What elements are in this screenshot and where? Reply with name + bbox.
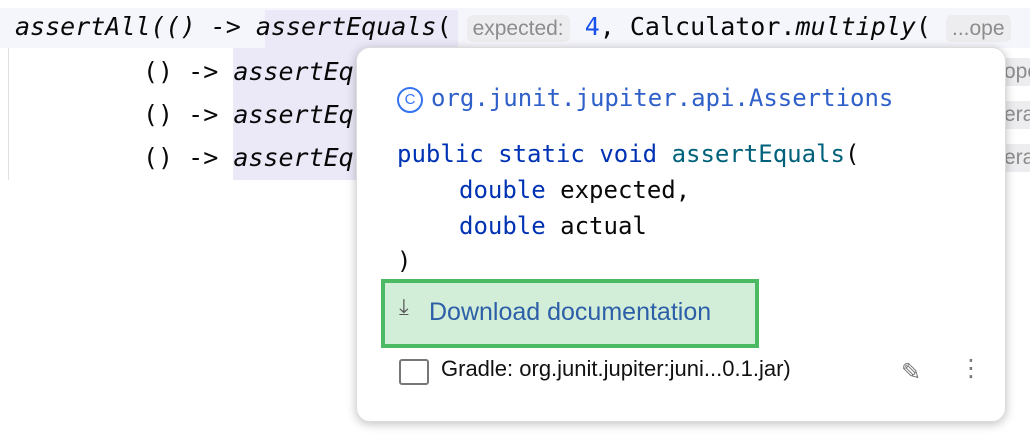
number-literal: 4 [584,12,600,41]
method-call: assertEquals [255,12,437,41]
code-text: () -> [143,57,234,86]
keyword: public [397,140,484,168]
code-line-1[interactable]: assertAll(() -> assertEquals( expected: … [15,12,1011,42]
code-text: ( [915,12,931,41]
param-name: expected, [560,176,691,204]
method-call: multiply [795,12,916,41]
code-line-3[interactable]: () -> assertEq [143,100,354,129]
library-label: Gradle: org.junit.jupiter:juni...0.1.jar… [441,356,791,381]
method-call: assertEq [233,57,354,86]
library-folder-icon [399,359,429,385]
class-icon: C [397,87,423,113]
code-text: ( [844,140,860,168]
method-name: assertEquals [671,140,845,168]
param-line: double expected, [459,176,690,204]
param-name: actual [560,212,647,240]
code-text: , Calculator. [599,12,796,41]
code-text: ( [436,12,452,41]
download-documentation-link[interactable]: ⤓ Download documentation [381,279,759,348]
param-line: double actual [459,212,647,240]
code-line-2[interactable]: () -> assertEq [143,57,354,86]
download-label: Download documentation [429,298,712,326]
class-name-link[interactable]: org.junit.jupiter.api.Assertions [431,84,893,112]
more-options-icon[interactable]: ⋮ [959,354,983,382]
code-line-4[interactable]: () -> assertEq [143,143,354,172]
signature-line: public static void assertEquals( [397,140,859,168]
class-header[interactable]: Corg.junit.jupiter.api.Assertions [397,84,893,113]
signature-close: ) [397,247,412,275]
keyword: double [459,176,546,204]
keyword: double [459,212,546,240]
parameter-hint: ...ope [946,15,1011,42]
indent-guide [8,48,9,180]
method-call: assertEq [233,143,354,172]
code-text: () -> [143,100,234,129]
code-text: assertAll(() -> [15,12,256,41]
documentation-popup: Corg.junit.jupiter.api.Assertions public… [356,47,1006,422]
code-text: () -> [143,143,234,172]
edit-pencil-icon[interactable]: ✎ [901,358,921,386]
method-call: assertEq [233,100,354,129]
keyword: void [599,140,658,168]
download-icon: ⤓ [399,295,409,320]
keyword: static [498,140,585,168]
parameter-hint: expected: [466,15,570,42]
